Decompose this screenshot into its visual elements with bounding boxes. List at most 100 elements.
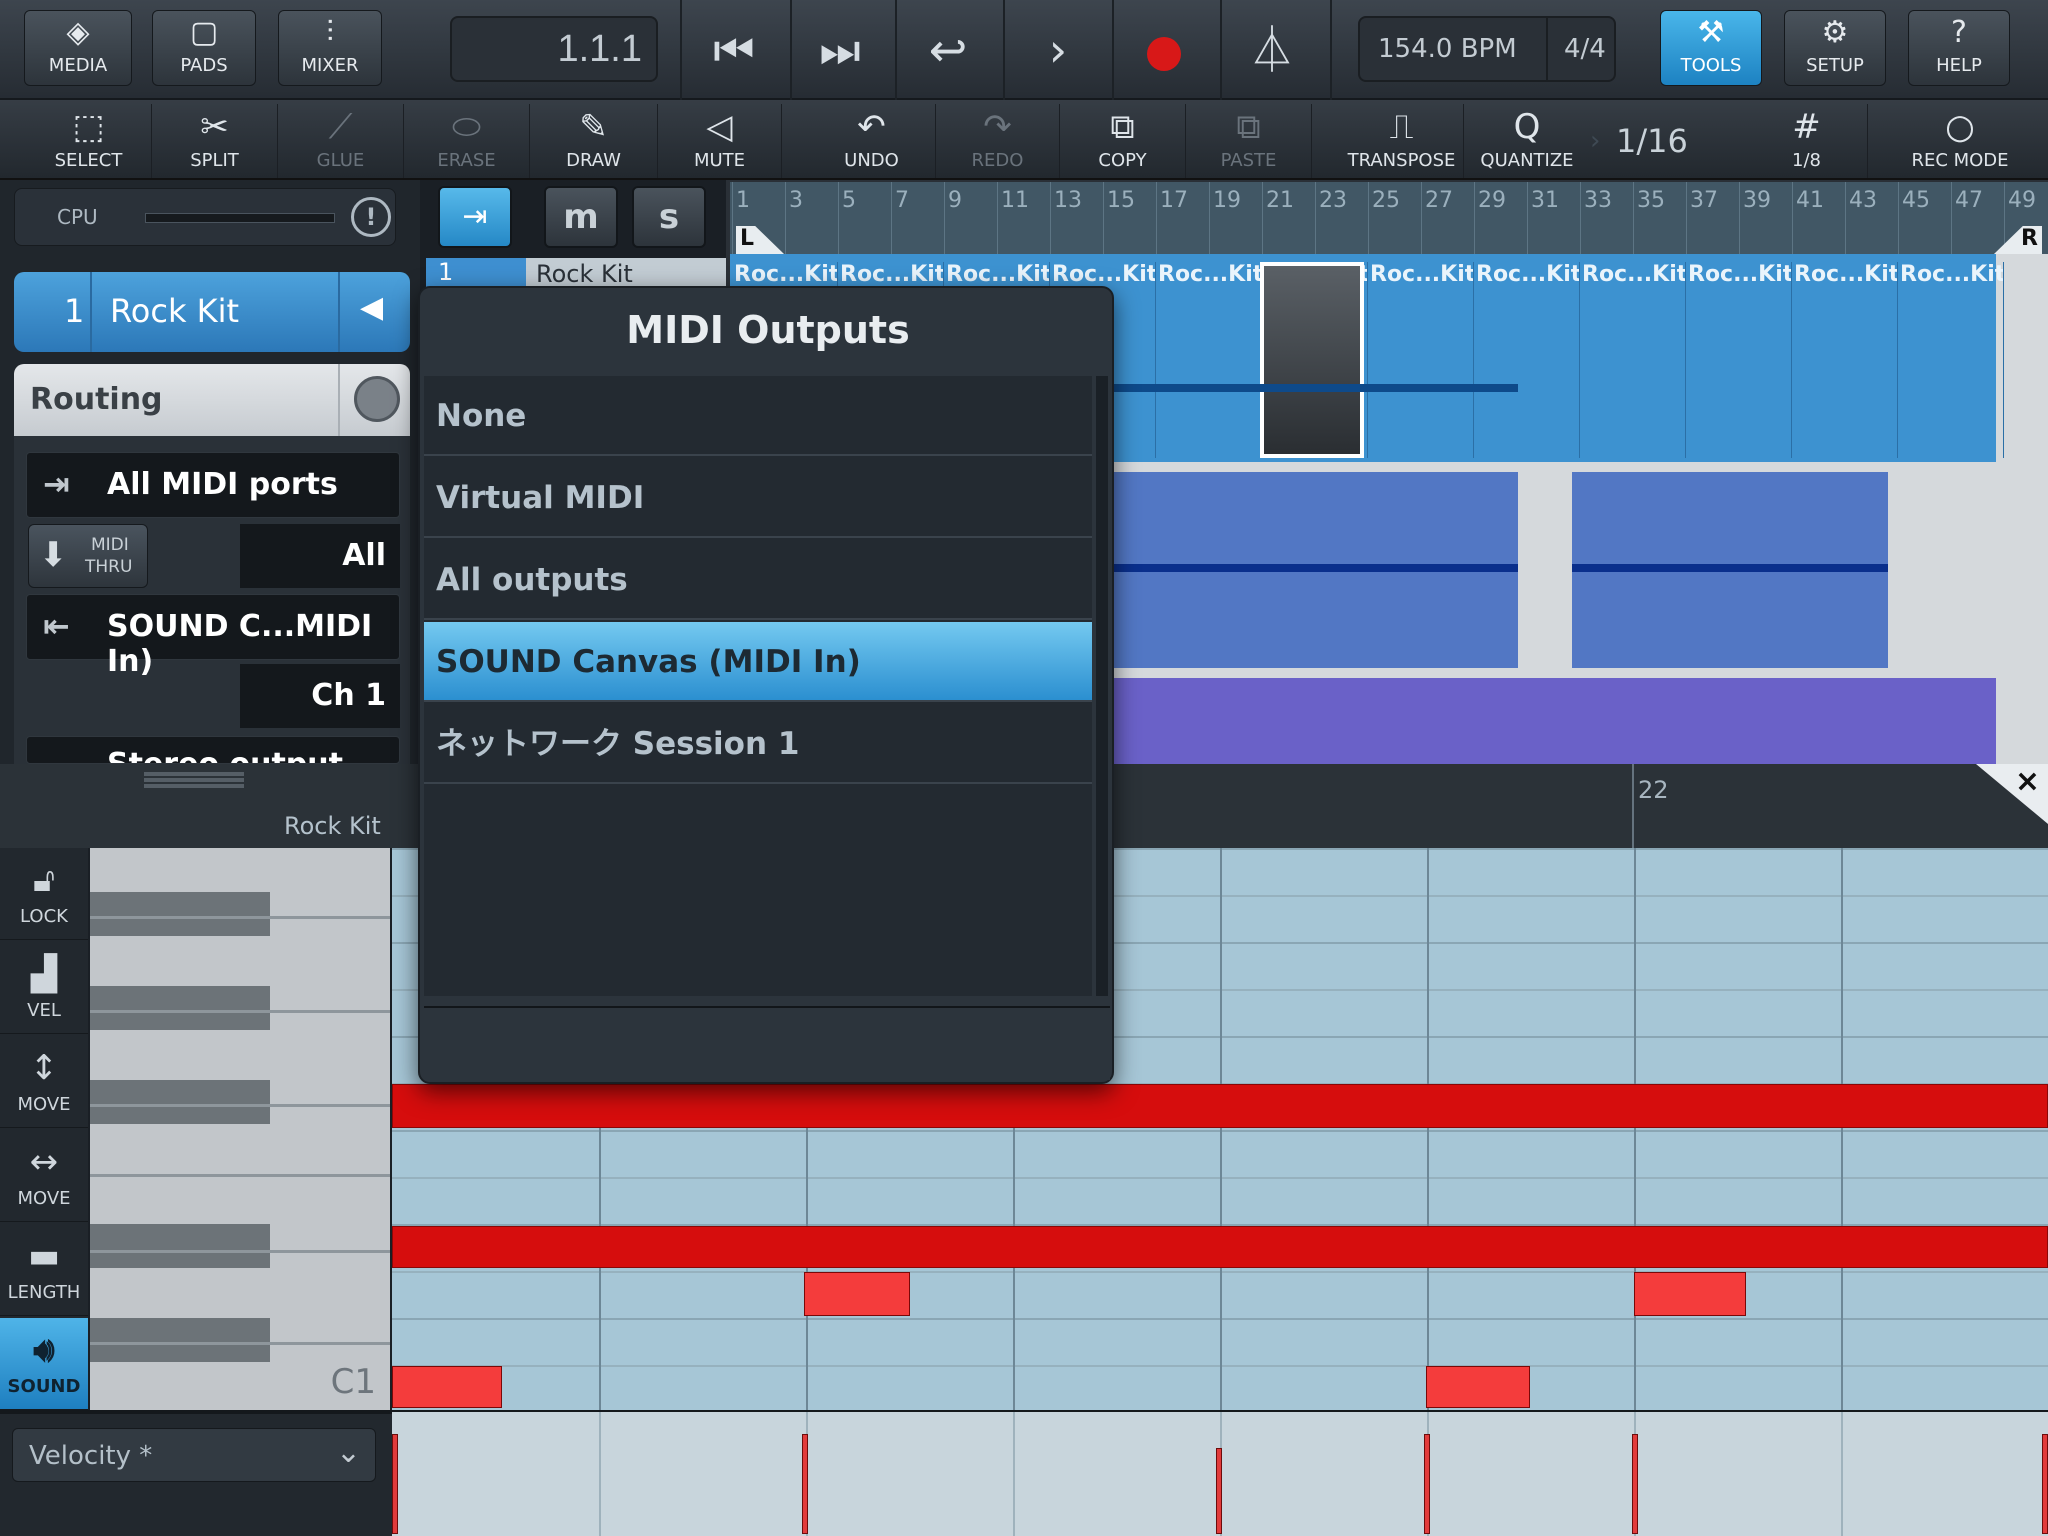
velocity-lane[interactable] xyxy=(392,1412,2048,1536)
copy-button[interactable]: ⧉ COPY xyxy=(1060,104,1186,178)
midi-thru-button[interactable]: ⬇ MIDI THRU xyxy=(28,524,148,588)
quantize-button[interactable]: Q QUANTIZE xyxy=(1464,104,1590,178)
clip[interactable]: Roc...Kit xyxy=(1794,262,1898,458)
pads-button[interactable]: ▢ PADS xyxy=(152,10,256,86)
note[interactable] xyxy=(1426,1366,1530,1408)
help-button[interactable]: ? HELP xyxy=(1908,10,2010,86)
drag-handle[interactable] xyxy=(144,772,244,776)
velocity-bar[interactable] xyxy=(802,1434,808,1534)
note[interactable] xyxy=(1634,1272,1746,1316)
alert-icon[interactable]: ! xyxy=(351,197,391,237)
lock-label: LOCK xyxy=(20,906,68,927)
clip[interactable]: Roc...Kit xyxy=(1370,262,1474,458)
position-display[interactable]: 1.1.1 xyxy=(450,16,658,82)
routing-header[interactable]: Routing xyxy=(14,364,410,436)
selected-clip[interactable] xyxy=(1260,262,1364,458)
velocity-grid-line xyxy=(1013,1412,1015,1536)
midi-input-channel[interactable]: All xyxy=(240,524,400,588)
velocity-bar[interactable] xyxy=(1632,1434,1638,1534)
glue-tool[interactable]: ⟋ GLUE xyxy=(278,104,404,178)
length-tool[interactable]: ▬ LENGTH xyxy=(0,1224,88,1316)
midi-input-selector[interactable]: ⇥ All MIDI ports xyxy=(26,452,400,518)
track-header[interactable]: 1 Rock Kit ◀ xyxy=(14,272,410,352)
play-icon[interactable]: › xyxy=(1018,14,1098,86)
pencil-icon: ✎ xyxy=(579,107,608,147)
mute-button[interactable]: m xyxy=(544,186,618,248)
black-key[interactable] xyxy=(90,892,270,936)
output-option-all-outputs[interactable]: All outputs xyxy=(424,540,1092,620)
tools-button[interactable]: ⚒ TOOLS xyxy=(1660,10,1762,86)
mixer-button[interactable]: ⫶ MIXER xyxy=(278,10,382,86)
rec-mode-button[interactable]: ○ REC MODE xyxy=(1896,104,2024,178)
quantize-value[interactable]: 1/16 xyxy=(1616,104,1696,178)
black-key[interactable] xyxy=(90,1224,270,1268)
move-vertical-tool[interactable]: ↕ MOVE xyxy=(0,1036,88,1128)
midi-output-channel[interactable]: Ch 1 xyxy=(240,664,400,728)
clip[interactable]: Roc...Kit xyxy=(1688,262,1792,458)
setup-button[interactable]: ⚙ SETUP xyxy=(1784,10,1886,86)
undo-button[interactable]: ↶ UNDO xyxy=(808,104,936,178)
skip-end-icon[interactable]: ⏭ xyxy=(800,14,880,86)
circle-icon: ○ xyxy=(1945,107,1975,147)
clip-label: Roc...Kit xyxy=(1476,262,1580,287)
move-horizontal-tool[interactable]: ↔ MOVE xyxy=(0,1130,88,1222)
pads-label: PADS xyxy=(180,55,228,76)
split-tool[interactable]: ✂ SPLIT xyxy=(152,104,278,178)
media-button[interactable]: ◈ MEDIA xyxy=(24,10,132,86)
transpose-button[interactable]: ⎍ TRANSPOSE xyxy=(1340,104,1464,178)
audio-output-selector[interactable]: Stereo output xyxy=(26,736,400,764)
output-option-none[interactable]: None xyxy=(424,376,1092,456)
timeline-ruler[interactable]: 1 3 5 7 9 11 13 15 17 19 21 23 25 27 29 31 33 35 37 39 41 43 4… xyxy=(730,182,2048,254)
popup-scrollbar[interactable] xyxy=(1096,376,1108,996)
lane2-line-a xyxy=(1114,564,1518,572)
rewind-start-icon[interactable]: ⏮ xyxy=(694,14,774,86)
sound-tool[interactable]: 🔊︎ SOUND xyxy=(0,1318,88,1410)
velocity-dropdown[interactable]: Velocity * ⌄ xyxy=(12,1428,376,1482)
velocity-bar[interactable] xyxy=(1424,1434,1430,1534)
output-option-virtual-midi[interactable]: Virtual MIDI xyxy=(424,458,1092,538)
routing-knob-icon[interactable] xyxy=(354,376,400,422)
black-key[interactable] xyxy=(90,986,270,1030)
clip[interactable]: Roc...Kit xyxy=(1476,262,1580,458)
note-bar-row-2[interactable] xyxy=(392,1226,2048,1268)
tempo-display[interactable]: 154.0 BPM 4/4 xyxy=(1358,16,1616,82)
clip[interactable]: Roc...Kit xyxy=(1158,262,1262,458)
note[interactable] xyxy=(392,1366,502,1408)
input-arrow-icon: ⇥ xyxy=(43,465,70,503)
midi-output-selector[interactable]: ⇤ SOUND C...MIDI In) xyxy=(26,594,400,679)
track-expand-icon[interactable]: ⇥ xyxy=(438,186,512,248)
draw-tool[interactable]: ✎ DRAW xyxy=(530,104,658,178)
black-key[interactable] xyxy=(90,1080,270,1124)
metronome-icon[interactable]: ⏃ xyxy=(1232,14,1312,86)
erase-tool[interactable]: ⬭ ERASE xyxy=(404,104,530,178)
glue-label: GLUE xyxy=(316,150,365,171)
collapse-arrow-icon[interactable]: ◀ xyxy=(360,290,383,325)
track-lane-3[interactable] xyxy=(1114,678,1996,764)
close-icon[interactable]: × xyxy=(1976,764,2048,824)
note-bar-row-1[interactable] xyxy=(392,1084,2048,1128)
velocity-bar[interactable] xyxy=(2042,1434,2048,1534)
record-button[interactable] xyxy=(1124,14,1204,86)
ruler-tick xyxy=(1421,182,1422,254)
velocity-tool[interactable]: ▟ VEL xyxy=(0,942,88,1034)
output-option-sound-canvas[interactable]: SOUND Canvas (MIDI In) xyxy=(424,622,1092,702)
loop-icon[interactable]: ↩ xyxy=(908,14,988,86)
velocity-bar[interactable] xyxy=(392,1434,398,1534)
mute-tool[interactable]: ◁ MUTE xyxy=(658,104,782,178)
transpose-label: TRANSPOSE xyxy=(1347,150,1456,171)
redo-button[interactable]: ↷ REDO xyxy=(936,104,1060,178)
note[interactable] xyxy=(804,1272,910,1316)
paste-button[interactable]: ⧉ PASTE xyxy=(1186,104,1312,178)
clip[interactable]: Roc...Kit xyxy=(1582,262,1686,458)
piano-keyboard[interactable]: C1 xyxy=(90,848,390,1410)
ruler-tick xyxy=(1209,182,1210,254)
ruler-mark: 23 xyxy=(1319,188,1347,213)
output-option-network-session[interactable]: ネットワーク Session 1 xyxy=(424,704,1092,784)
grid-button[interactable]: #1/8 xyxy=(1746,104,1868,178)
solo-button[interactable]: s xyxy=(632,186,706,248)
lock-tool[interactable]: 🔓︎ LOCK xyxy=(0,848,88,940)
black-key[interactable] xyxy=(90,1318,270,1362)
select-tool[interactable]: ⬚ SELECT xyxy=(26,104,152,178)
clip[interactable]: Roc...Kit xyxy=(1900,262,2004,458)
velocity-bar[interactable] xyxy=(1216,1448,1222,1534)
